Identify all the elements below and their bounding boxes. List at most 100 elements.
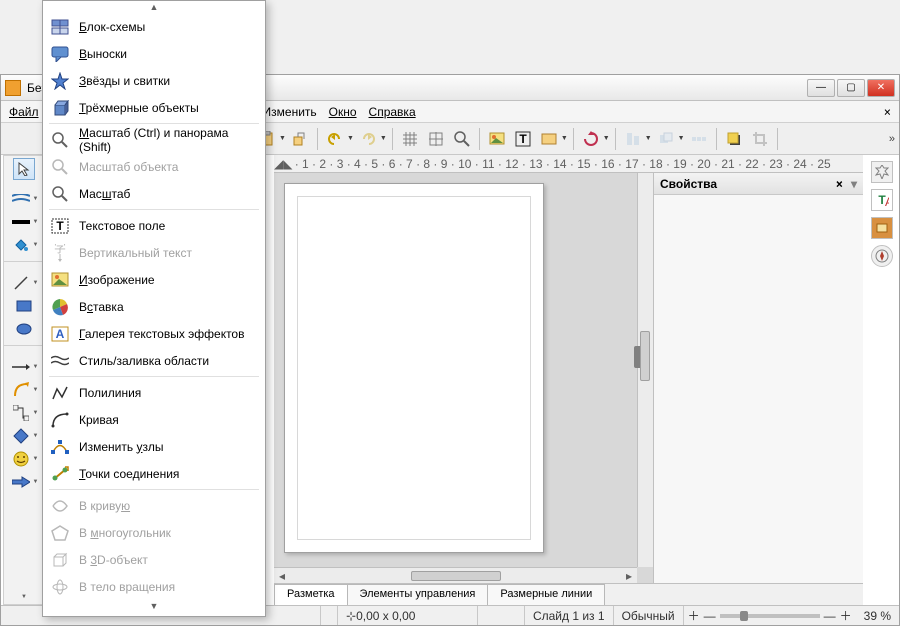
maximize-button[interactable]: ▢ (837, 79, 865, 97)
tool-line[interactable] (10, 272, 32, 294)
undo-button[interactable] (323, 127, 347, 151)
clone-format-button[interactable] (288, 127, 312, 151)
align-button[interactable] (621, 127, 645, 151)
popup-item-callout[interactable]: Выноски (43, 40, 265, 67)
arrange-button[interactable] (654, 127, 678, 151)
tab-controls[interactable]: Элементы управления (347, 584, 489, 605)
popup-item-label: Трёхмерные объекты (79, 101, 199, 115)
toolbar-overflow-icon[interactable]: » (889, 133, 895, 145)
insert-image-button[interactable] (485, 127, 509, 151)
horizontal-scrollbar[interactable]: ◂▸ (274, 567, 637, 583)
properties-panel-title: Свойства (660, 177, 717, 191)
popup-item-pie[interactable]: Вставка (43, 293, 265, 320)
tab-layout[interactable]: Разметка (274, 584, 348, 605)
properties-panel: Свойства × ▾ (653, 173, 863, 583)
popup-item-fill[interactable]: Стиль/заливка области (43, 347, 265, 374)
tool-arrow-line[interactable] (10, 356, 32, 378)
app-icon (5, 80, 21, 96)
rotate-button[interactable] (579, 127, 603, 151)
callout-icon (51, 45, 69, 63)
tab-dimlines[interactable]: Размерные линии (487, 584, 605, 605)
popup-item-label: Масштаб (79, 187, 130, 201)
nodes-icon (51, 438, 69, 456)
crop-button[interactable] (748, 127, 772, 151)
panel-collapse-handle[interactable] (634, 346, 640, 368)
zoom-button[interactable] (450, 127, 474, 151)
popup-item-label: Масштаб объекта (79, 160, 178, 174)
popup-scroll-up-icon[interactable]: ▲ (43, 1, 265, 13)
tool-line-style[interactable] (10, 188, 32, 210)
tool-ellipse[interactable] (13, 318, 35, 340)
flowchart-icon (51, 18, 69, 36)
popup-item-label: Стиль/заливка области (79, 354, 209, 368)
tool-arrow-shapes[interactable] (10, 471, 32, 493)
zoom-in-button[interactable]: ＋ (836, 606, 856, 625)
status-position: ⊹ 0,00 x 0,00 (338, 606, 478, 625)
tool-symbol-shapes[interactable] (10, 448, 32, 470)
zoom-slider[interactable] (720, 614, 820, 618)
layer-tabs: Разметка Элементы управления Размерные л… (274, 583, 863, 605)
popup-item-image[interactable]: Изображение (43, 266, 265, 293)
redo-button[interactable] (356, 127, 380, 151)
vtext-icon: 字 (51, 244, 69, 262)
zoom-icon (51, 158, 69, 176)
shadow-button[interactable] (722, 127, 746, 151)
snap-button[interactable] (424, 127, 448, 151)
menu-file[interactable]: Файл (9, 105, 39, 119)
minimize-button[interactable]: — (807, 79, 835, 97)
fontwork-icon: A (51, 325, 69, 343)
popup-item-topoly: В многоугольник (43, 519, 265, 546)
sidebar-gallery-icon[interactable] (871, 217, 893, 239)
popup-item-vtext: 字Вертикальный текст (43, 239, 265, 266)
menu-window[interactable]: Окно (329, 105, 357, 119)
status-slide: Слайд 1 из 1 (525, 606, 614, 625)
insert-text-button[interactable]: T (511, 127, 535, 151)
popup-item-fontwork[interactable]: AГалерея текстовых эффектов (43, 320, 265, 347)
tool-connector[interactable] (10, 402, 32, 424)
status-coords (321, 606, 338, 625)
popup-item-label: Масштаб (Ctrl) и панорама (Shift) (79, 126, 257, 154)
grid-button[interactable] (398, 127, 422, 151)
tool-rectangle[interactable] (13, 295, 35, 317)
popup-item-cube[interactable]: Трёхмерные объекты (43, 94, 265, 121)
distribute-button[interactable] (687, 127, 711, 151)
svg-text:T: T (56, 219, 64, 233)
status-zoom[interactable]: 39 % (856, 606, 899, 625)
popup-item-polyline[interactable]: Полилиния (43, 379, 265, 406)
menu-help[interactable]: Справка (369, 105, 416, 119)
vertical-scrollbar[interactable] (637, 173, 653, 567)
popup-item-label: В многоугольник (79, 526, 171, 540)
sidebar-properties-icon[interactable] (871, 161, 893, 183)
popup-item-label: Текстовое поле (79, 219, 165, 233)
zoom-out-button[interactable]: ＋ (684, 606, 704, 625)
popup-item-label: Кривая (79, 413, 119, 427)
popup-item-flowchart[interactable]: Блок-схемы (43, 13, 265, 40)
tool-fill[interactable] (10, 234, 32, 256)
close-button[interactable]: ✕ (867, 79, 895, 97)
popup-item-glue[interactable]: Точки соединения (43, 460, 265, 487)
popup-item-curve[interactable]: Кривая (43, 406, 265, 433)
tool-line-color[interactable] (10, 211, 32, 233)
popup-item-label: Изменить узлы (79, 440, 163, 454)
insert-special-button[interactable] (537, 127, 561, 151)
svg-text:字: 字 (54, 244, 66, 255)
toolbox-overflow-icon[interactable]: ▼ (21, 594, 27, 600)
popup-item-zoompan[interactable]: Масштаб (Ctrl) и панорама (Shift) (43, 126, 265, 153)
tool-basic-shapes[interactable] (10, 425, 32, 447)
properties-panel-close-icon[interactable]: × (836, 177, 843, 191)
tool-pointer[interactable] (13, 158, 35, 180)
sidebar-navigator-icon[interactable] (871, 245, 893, 267)
page[interactable] (284, 183, 544, 553)
popup-item-textbox[interactable]: T Текстовое поле (43, 212, 265, 239)
popup-item-star[interactable]: Звёзды и свитки (43, 67, 265, 94)
menu-edit[interactable]: Изменить (263, 105, 317, 119)
canvas[interactable]: ◂▸ (274, 173, 653, 583)
properties-panel-menu-icon[interactable]: ▾ (851, 177, 857, 191)
status-mode[interactable]: Обычный (614, 606, 684, 625)
popup-item-zoom[interactable]: Масштаб (43, 180, 265, 207)
tool-curve[interactable] (10, 379, 32, 401)
popup-item-nodes[interactable]: Изменить узлы (43, 433, 265, 460)
menubar-close-icon[interactable]: × (884, 105, 891, 119)
sidebar-styles-icon[interactable]: TA (871, 189, 893, 211)
popup-scroll-down-icon[interactable]: ▼ (43, 600, 265, 612)
